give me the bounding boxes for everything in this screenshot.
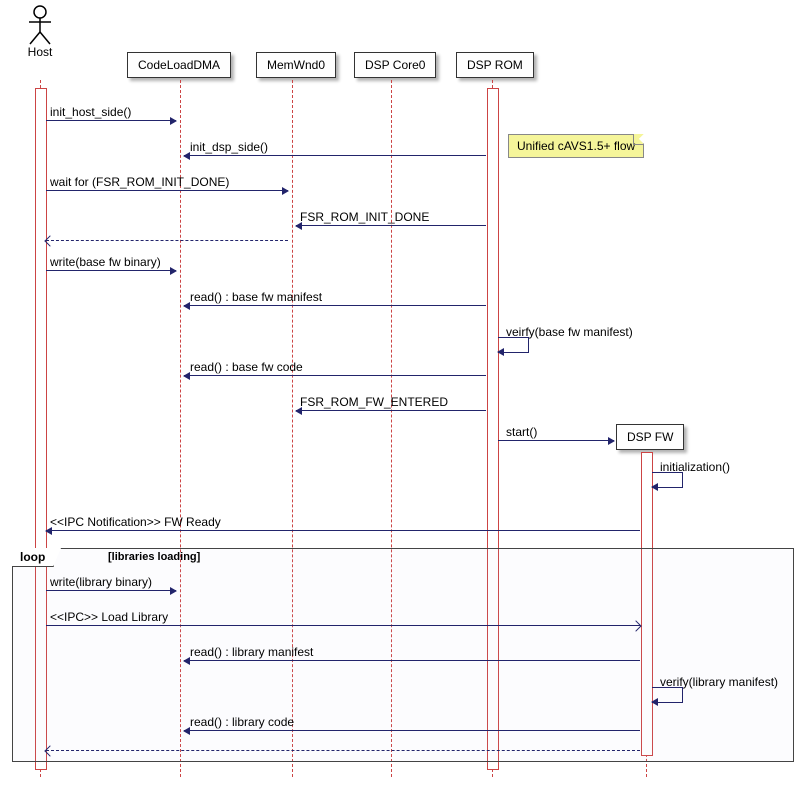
loop-title: [libraries loading] (108, 551, 200, 563)
actor-host: Host (20, 5, 60, 59)
note: Unified cAVS1.5+ flow (508, 134, 644, 158)
participant-codeloaddma: CodeLoadDMA (127, 52, 231, 78)
msg-fsr-rom-init-done: FSR_ROM_INIT_DONE (300, 210, 429, 224)
msg-wait-for: wait for (FSR_ROM_INIT_DONE) (50, 175, 229, 189)
participant-memwnd0: MemWnd0 (256, 52, 336, 78)
arrow (184, 660, 640, 661)
actor-label: Host (20, 45, 60, 59)
msg-write-base-fw: write(base fw binary) (50, 255, 161, 269)
msg-read-lib-code: read() : library code (190, 715, 294, 729)
sequence-diagram: Host CodeLoadDMA MemWnd0 DSP Core0 DSP R… (0, 0, 806, 787)
arrow (46, 120, 176, 121)
selfcall (652, 472, 683, 488)
participant-dspcore0: DSP Core0 (354, 52, 436, 78)
msg-load-library: <<IPC>> Load Library (50, 610, 168, 624)
arrow (184, 155, 486, 156)
msg-init-dsp-side: init_dsp_side() (190, 140, 268, 154)
participant-dsprom: DSP ROM (456, 52, 534, 78)
arrow (184, 305, 486, 306)
msg-init-host-side: init_host_side() (50, 105, 131, 119)
selfcall (498, 337, 529, 353)
msg-start: start() (506, 425, 537, 439)
arrow-return (46, 750, 640, 751)
stickman-icon (25, 5, 55, 45)
arrow (498, 440, 614, 441)
loop-keyword: loop (12, 548, 54, 567)
msg-write-library: write(library binary) (50, 575, 152, 589)
arrow (46, 530, 640, 531)
arrow (184, 375, 486, 376)
arrow (296, 225, 486, 226)
arrow (184, 730, 640, 731)
arrow-return (46, 240, 288, 241)
msg-read-manifest: read() : base fw manifest (190, 290, 322, 304)
arrow (296, 410, 486, 411)
participant-dspfw: DSP FW (616, 424, 684, 450)
selfcall (652, 687, 683, 703)
msg-read-code: read() : base fw code (190, 360, 303, 374)
msg-fsr-fw-entered: FSR_ROM_FW_ENTERED (300, 395, 448, 409)
arrow (46, 270, 176, 271)
msg-fw-ready: <<IPC Notification>> FW Ready (50, 515, 221, 529)
msg-read-lib-manifest: read() : library manifest (190, 645, 313, 659)
arrow (46, 190, 288, 191)
arrow (46, 590, 176, 591)
arrow-async (46, 625, 640, 626)
